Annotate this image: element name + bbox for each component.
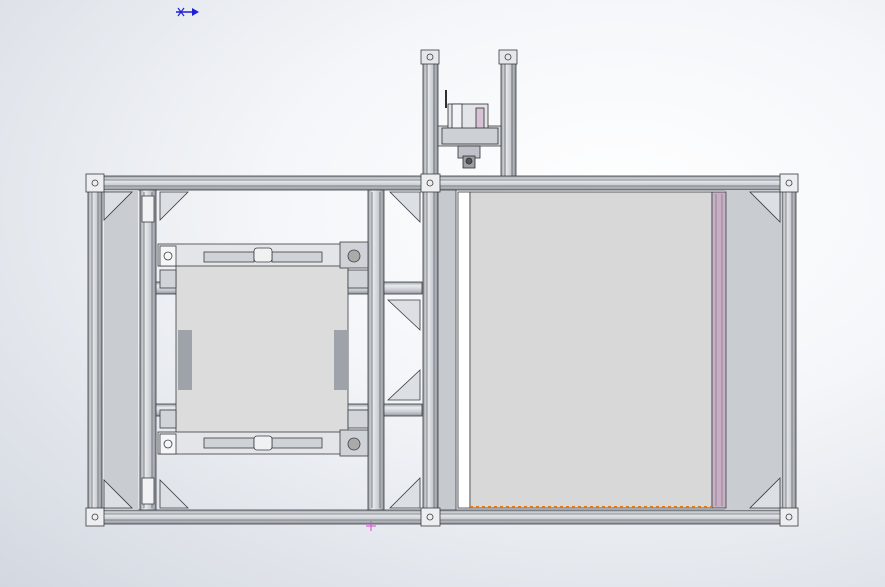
origin-triad-icon[interactable]	[176, 7, 199, 17]
right-bay-panel[interactable]	[457, 191, 727, 509]
left-bay-carriage[interactable]	[139, 189, 423, 511]
stepper-motor-icon[interactable]	[441, 90, 499, 169]
cad-viewport[interactable]	[0, 0, 885, 587]
